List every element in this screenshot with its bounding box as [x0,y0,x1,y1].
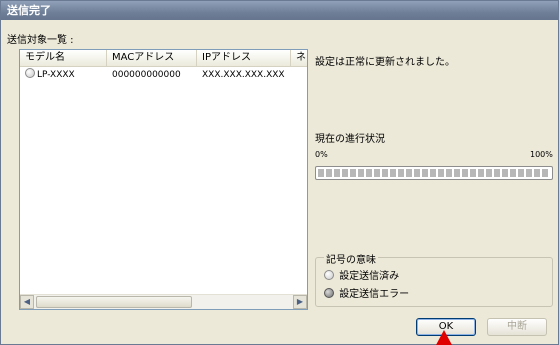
legend-title: 記号の意味 [324,251,378,266]
scroll-right-button[interactable]: ▶ [293,295,307,309]
legend-label-error: 設定送信エラー [339,289,410,300]
progress-label: 現在の進行状況 [315,134,385,145]
horizontal-scrollbar[interactable]: ◀ ▶ [20,294,307,309]
model-cell: LP-XXXX [20,68,75,82]
ip-cell: XXX.XXX.XXX.XXX [202,70,285,80]
legend-group: 記号の意味 設定送信済み 設定送信エラー [315,251,553,307]
status-message: 設定は正常に更新されました。 [315,57,455,68]
progress-min-label: 0% [315,150,328,159]
list-header: モデル名 MACアドレス IPアドレス ネ [20,50,307,67]
target-list[interactable]: モデル名 MACアドレス IPアドレス ネ LP-XXXX 0000000000… [19,49,308,310]
send-complete-dialog: 送信完了 送信対象一覧 : モデル名 MACアドレス IPアドレス ネ LP-X… [0,0,559,345]
mac-cell: 000000000000 [112,70,181,80]
column-header-model[interactable]: モデル名 [20,50,107,66]
progress-fill [318,169,550,177]
list-item[interactable]: LP-XXXX 000000000000 XXX.XXX.XXX.XXX [20,68,307,82]
red-arrow-pointer-icon [436,330,452,345]
target-list-label: 送信対象一覧 : [7,35,74,46]
circle-light-icon [324,270,334,280]
scroll-thumb[interactable] [36,296,192,308]
legend-item-error: 設定送信エラー [324,285,409,300]
scroll-left-button[interactable]: ◀ [20,295,34,309]
progress-bar [315,166,553,180]
column-header-network[interactable]: ネ [291,50,307,66]
model-name: LP-XXXX [37,70,75,80]
circle-dark-icon [324,288,334,298]
circle-light-icon [25,68,35,78]
column-header-ip[interactable]: IPアドレス [197,50,291,66]
legend-item-sent: 設定送信済み [324,267,399,282]
cancel-button[interactable]: 中断 [487,318,547,336]
column-header-mac[interactable]: MACアドレス [107,50,197,66]
progress-max-label: 100% [530,150,553,159]
dialog-title: 送信完了 [1,1,558,20]
legend-label-sent: 設定送信済み [339,271,400,282]
